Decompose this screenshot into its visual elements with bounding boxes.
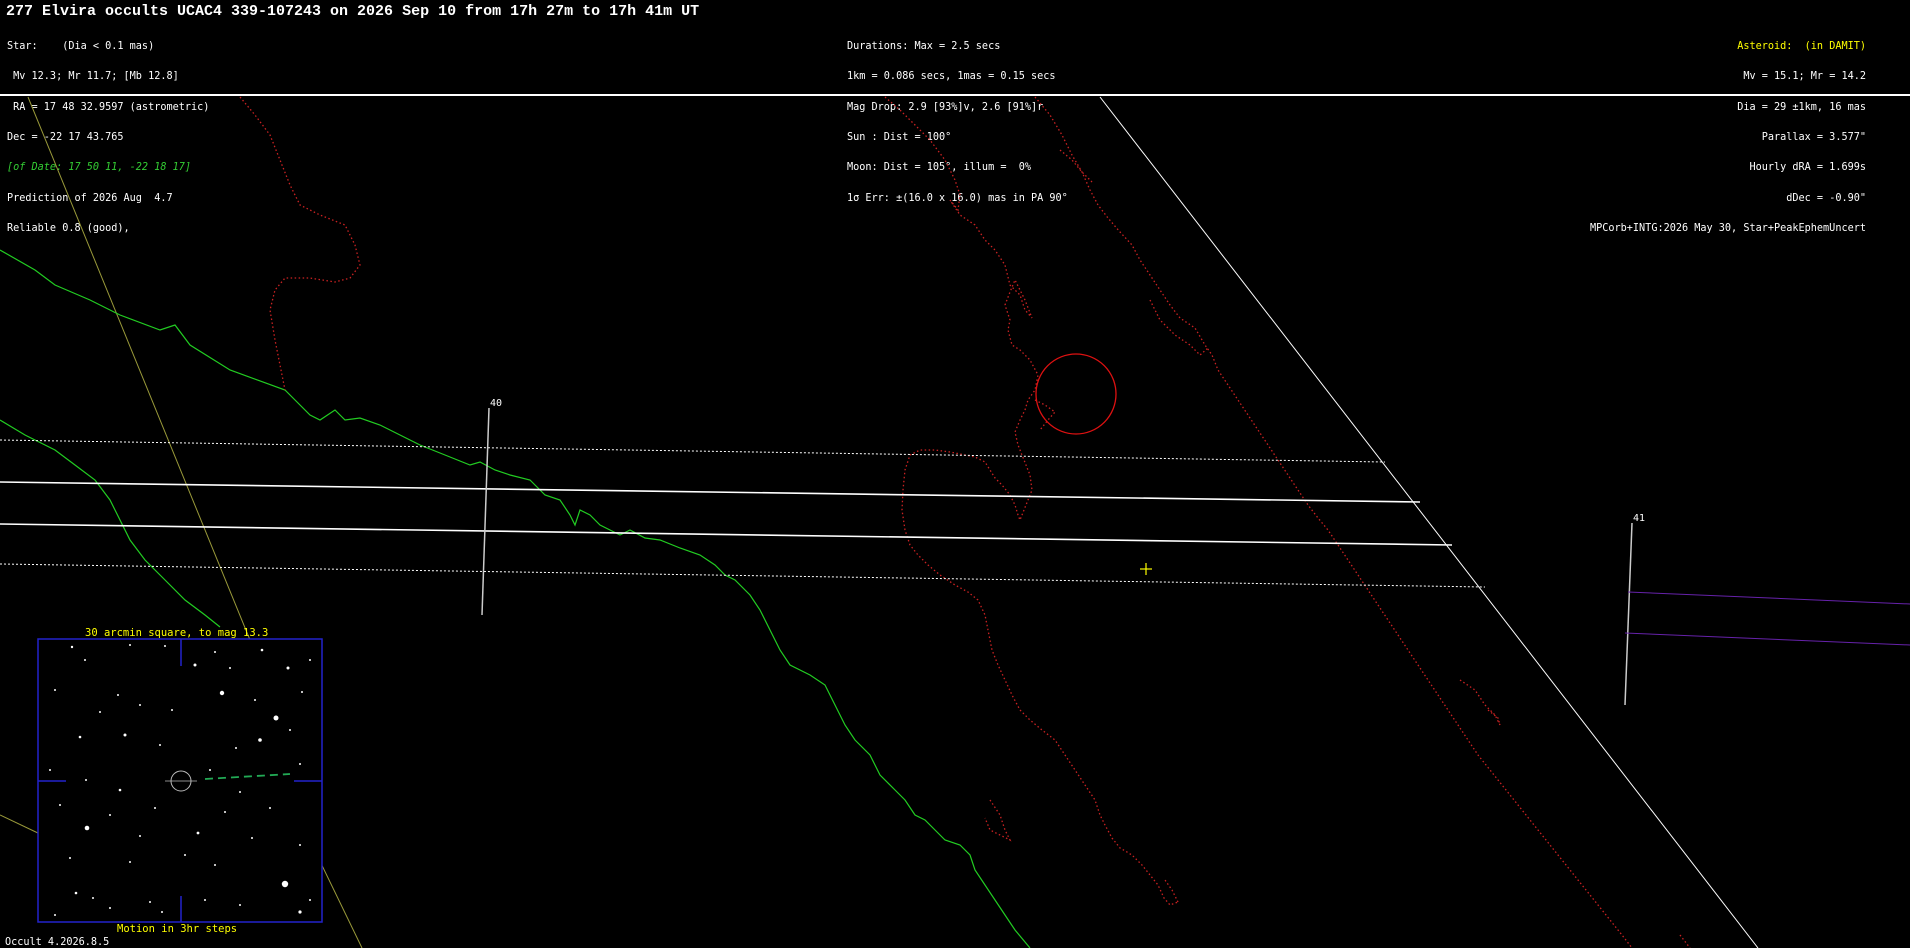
star-field-inset bbox=[37, 638, 323, 923]
grid-line bbox=[0, 814, 41, 835]
central-path-south-line bbox=[0, 523, 1453, 546]
coastline bbox=[1459, 679, 1501, 726]
central-path-north-line bbox=[0, 481, 1421, 503]
coastline-group bbox=[239, 96, 1691, 948]
inset-caption-top: 30 arcmin square, to mag 13.3 bbox=[85, 627, 269, 639]
purple-line bbox=[1624, 632, 1910, 646]
time-label-40: 40 bbox=[490, 398, 502, 409]
green-boundary-line bbox=[0, 419, 221, 628]
coastline bbox=[1679, 934, 1691, 948]
grid-line bbox=[27, 96, 251, 641]
time-tick-40 bbox=[481, 407, 490, 616]
sigma-limit-south-line bbox=[0, 563, 1486, 588]
time-label-41: 41 bbox=[1633, 513, 1645, 524]
occultation-map: 40 41 bbox=[0, 96, 1910, 948]
inset-caption-bottom: Motion in 3hr steps bbox=[117, 923, 238, 935]
time-tick-41 bbox=[1624, 522, 1633, 706]
version-footer: Occult 4.2026.8.5 bbox=[5, 937, 110, 948]
coastline bbox=[239, 96, 361, 391]
coastline bbox=[984, 799, 1012, 842]
sigma-limit-north-line bbox=[0, 439, 1386, 463]
coastline bbox=[1034, 96, 1633, 948]
yellow-cross-marker bbox=[1140, 563, 1152, 575]
coastline bbox=[1059, 149, 1093, 183]
coastline bbox=[884, 96, 1179, 906]
coastline bbox=[1149, 299, 1209, 356]
twilight-boundary-line bbox=[1099, 96, 1759, 948]
coastline bbox=[1164, 879, 1179, 903]
red-circle-marker bbox=[1035, 353, 1117, 435]
inset-border bbox=[37, 638, 323, 923]
purple-line bbox=[1627, 591, 1910, 605]
